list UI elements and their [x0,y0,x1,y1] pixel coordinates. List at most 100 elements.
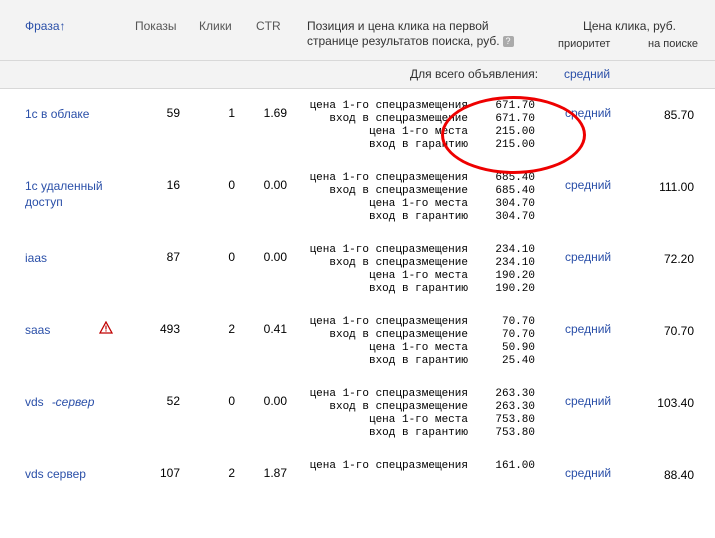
price-line: цена 1-го спецразмещения 161.00 [295,460,535,473]
price-value: 263.30 [495,401,535,413]
price-value: 685.40 [495,172,535,184]
price-label: цена 1-го места [368,126,468,138]
price-line: вход в спецразмещение 685.40 [295,185,535,198]
table-row: iaas 87 0 0.00 цена 1-го спецразмещения 234.1… [0,244,715,322]
price-line: вход в гарантию 215.00 [295,139,535,152]
shows-value: 107 [159,466,180,480]
price-line: вход в спецразмещение 263.30 [295,401,535,414]
priority-link[interactable]: средний [565,466,611,480]
price-label: вход в гарантию [368,355,468,367]
price-label: цена 1-го места [368,342,468,354]
column-position-label: Позиция и цена клика на первой странице … [307,19,500,48]
price-value: 215.00 [495,139,535,151]
phrase-link[interactable]: vds сервер [25,466,125,482]
phrase-link[interactable]: 1с удаленный доступ [25,178,125,210]
column-position-header: Позиция и цена клика на первой странице … [307,19,537,49]
priority-link[interactable]: средний [565,394,611,408]
phrase-link[interactable]: vds -сервер [25,394,125,410]
sort-arrow-icon: ↑ [59,19,66,33]
clicks-value: 2 [228,466,235,480]
search-price-value: 88.40 [663,468,694,482]
clicks-value: 0 [228,178,235,192]
price-line: цена 1-го места 304.70 [295,198,535,211]
search-price-value: 111.00 [659,180,694,194]
clicks-value: 0 [228,250,235,264]
price-line: цена 1-го спецразмещения 263.30 [295,388,535,401]
price-value: 753.80 [495,414,535,426]
table-row: vds сервер 107 2 1.87 цена 1-го спецразмещен… [0,460,715,538]
price-value: 161.00 [495,460,535,472]
price-value: 263.30 [495,388,535,400]
price-value: 753.80 [495,427,535,439]
ctr-value: 0.00 [263,394,287,408]
phrase-link[interactable]: 1с в облаке [25,106,125,122]
position-prices: цена 1-го спецразмещения 263.30 вход в спе… [295,388,535,440]
price-value: 671.70 [495,113,535,125]
position-prices: цена 1-го спецразмещения 70.70 вход в спец… [295,316,535,368]
search-price-value: 70.70 [663,324,694,338]
search-price-value: 72.20 [663,252,694,266]
priority-link[interactable]: средний [565,178,611,192]
warning-icon[interactable] [98,320,114,337]
price-label: вход в спецразмещение [329,185,468,197]
price-line: цена 1-го места 50.90 [295,342,535,355]
table-row: 1с в облаке 59 1 1.69 цена 1-го спецразмещен… [0,100,715,178]
price-line: вход в спецразмещение 671.70 [295,113,535,126]
phrase-text: vds [25,395,44,409]
price-line: вход в спецразмещение 234.10 [295,257,535,270]
position-prices: цена 1-го спецразмещения 161.00 [295,460,535,473]
column-shows-header[interactable]: Показы [135,19,176,33]
price-label: цена 1-го спецразмещения [309,100,468,112]
price-label: вход в спецразмещение [329,113,468,125]
price-label: вход в гарантию [368,427,468,439]
price-value: 685.40 [495,185,535,197]
phrase-text: iaas [25,251,48,265]
price-value: 190.20 [495,270,535,282]
position-prices: цена 1-го спецразмещения 685.40 вход в спе… [295,172,535,224]
table-header: Фраза↑ Показы Клики CTR Позиция и цена к… [0,0,715,61]
price-label: вход в гарантию [368,139,468,151]
ctr-value: 1.69 [263,106,287,120]
price-label: цена 1-го спецразмещения [309,460,468,472]
price-line: вход в спецразмещение 70.70 [295,329,535,342]
price-line: цена 1-го спецразмещения 671.70 [295,100,535,113]
price-line: цена 1-го спецразмещения 234.10 [295,244,535,257]
column-click-price-header: Цена клика, руб. [583,19,677,33]
column-clicks-header[interactable]: Клики [199,19,232,33]
clicks-value: 1 [228,106,235,120]
table-row: vds -сервер 52 0 0.00 цена 1-го спецразмещени… [0,388,715,466]
price-line: вход в гарантию 304.70 [295,211,535,224]
price-label: вход в спецразмещение [329,257,468,269]
help-icon[interactable]: ? [502,36,514,48]
priority-link[interactable]: средний [565,322,611,336]
whole-ad-priority-link[interactable]: средний [564,67,610,81]
priority-link[interactable]: средний [565,106,611,120]
column-phrase-header[interactable]: Фраза↑ [25,19,66,33]
ctr-value: 0.00 [263,250,287,264]
column-ctr-header[interactable]: CTR [256,19,281,33]
price-line: цена 1-го места 753.80 [295,414,535,427]
shows-value: 87 [166,250,180,264]
price-label: цена 1-го спецразмещения [309,388,468,400]
price-line: цена 1-го спецразмещения 70.70 [295,316,535,329]
price-value: 671.70 [495,100,535,112]
price-value: 190.20 [495,283,535,295]
search-price-value: 103.40 [657,396,694,410]
phrase-link[interactable]: iaas [25,250,125,266]
price-label: цена 1-го места [368,270,468,282]
price-value: 70.70 [501,316,535,328]
price-label: вход в гарантию [368,211,468,223]
phrase-text: 1с удаленный доступ [25,179,103,209]
negative-keyword: -сервер [51,395,95,409]
price-label: цена 1-го спецразмещения [309,316,468,328]
column-on-search-header: на поиске [648,38,699,50]
priority-link[interactable]: средний [565,250,611,264]
price-label: цена 1-го спецразмещения [309,244,468,256]
price-value: 304.70 [495,211,535,223]
price-value: 25.40 [501,355,535,367]
whole-ad-label: Для всего объявления: [410,67,539,81]
shows-value: 52 [166,394,180,408]
price-label: цена 1-го места [368,198,468,210]
price-label: вход в спецразмещение [329,401,468,413]
clicks-value: 0 [228,394,235,408]
